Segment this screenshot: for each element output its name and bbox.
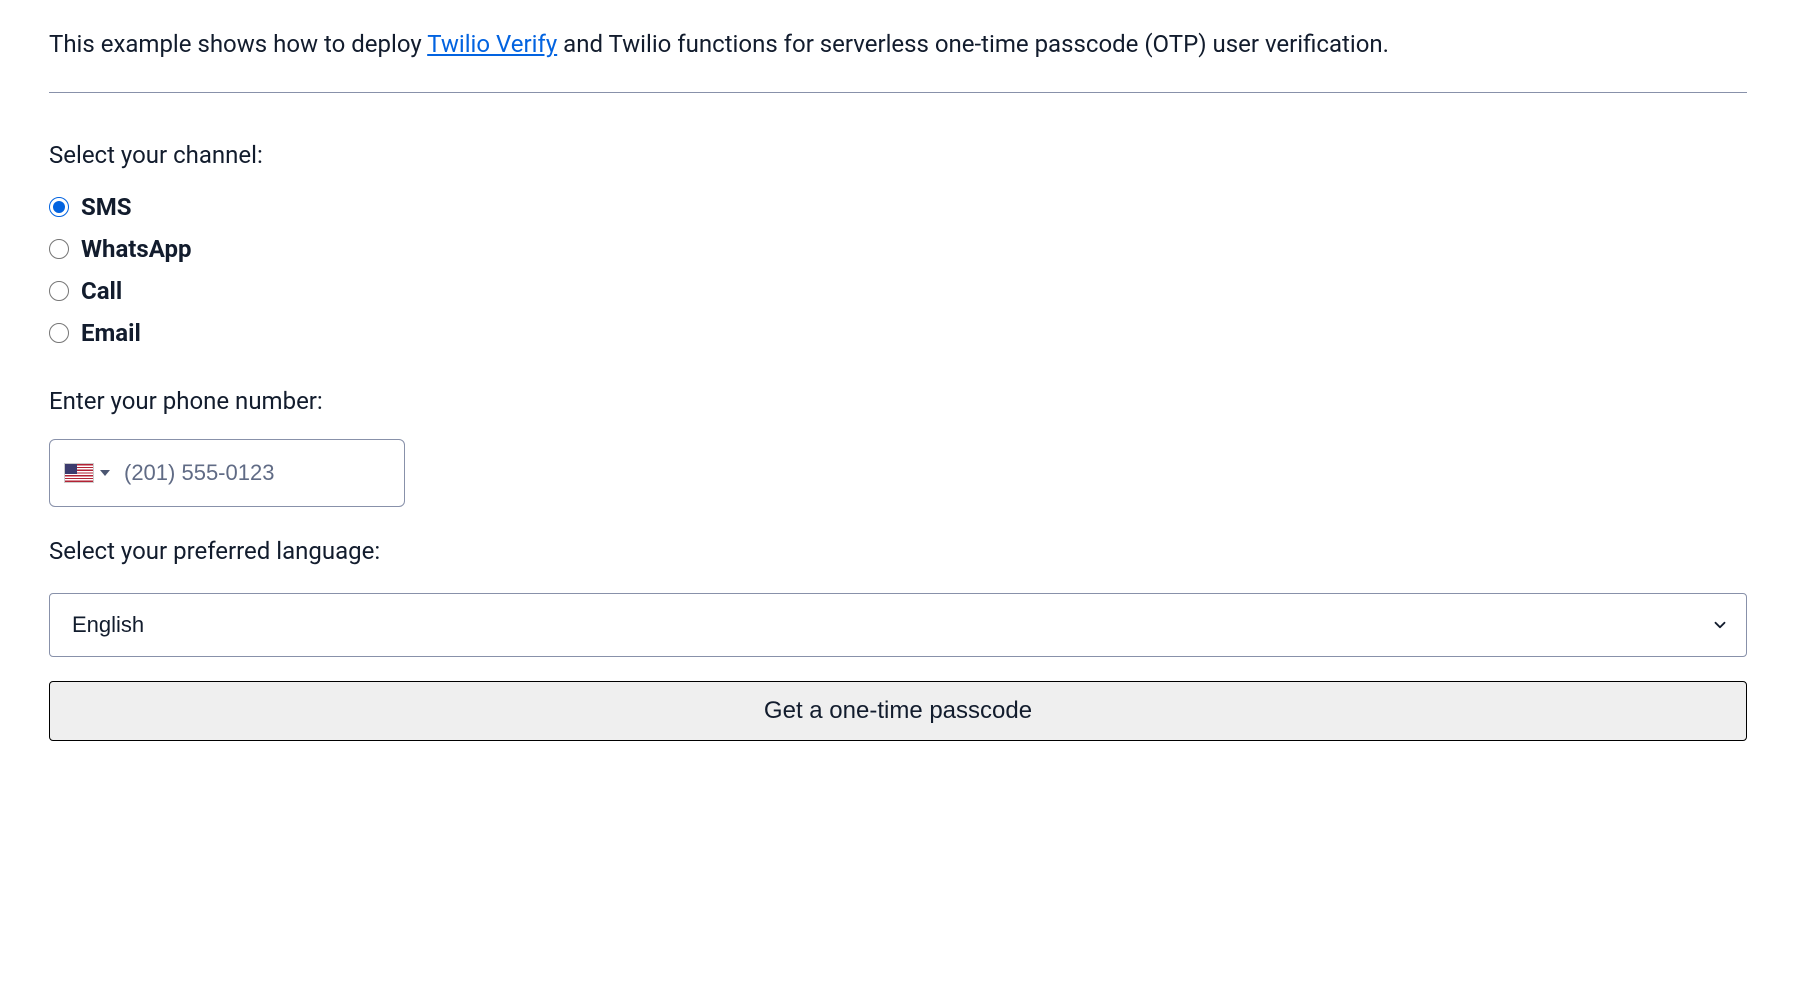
chevron-down-icon [100, 470, 110, 476]
intro-text-after: and Twilio functions for serverless one-… [557, 30, 1389, 58]
radio-label-whatsapp[interactable]: WhatsApp [81, 235, 191, 263]
phone-input[interactable] [124, 460, 390, 486]
language-select[interactable]: English [49, 593, 1747, 657]
radio-call[interactable] [49, 281, 69, 301]
language-select-wrap: English [49, 593, 1747, 657]
radio-option-sms[interactable]: SMS [49, 193, 1747, 221]
radio-email[interactable] [49, 323, 69, 343]
radio-label-sms[interactable]: SMS [81, 193, 132, 221]
radio-label-email[interactable]: Email [81, 319, 141, 347]
radio-option-whatsapp[interactable]: WhatsApp [49, 235, 1747, 263]
channel-radio-group: SMS WhatsApp Call Email [49, 193, 1747, 347]
country-select[interactable] [64, 463, 110, 483]
radio-option-call[interactable]: Call [49, 277, 1747, 305]
radio-sms[interactable] [49, 197, 69, 217]
phone-label: Enter your phone number: [49, 387, 1747, 415]
radio-option-email[interactable]: Email [49, 319, 1747, 347]
intro-text: This example shows how to deploy Twilio … [49, 28, 1747, 62]
get-passcode-button[interactable]: Get a one-time passcode [49, 681, 1747, 741]
twilio-verify-link[interactable]: Twilio Verify [427, 30, 557, 58]
intro-text-before: This example shows how to deploy [49, 30, 427, 58]
language-label: Select your preferred language: [49, 537, 1747, 565]
radio-label-call[interactable]: Call [81, 277, 122, 305]
us-flag-icon [64, 463, 94, 483]
phone-input-container [49, 439, 405, 507]
channel-label: Select your channel: [49, 141, 1747, 169]
divider [49, 92, 1747, 93]
radio-whatsapp[interactable] [49, 239, 69, 259]
